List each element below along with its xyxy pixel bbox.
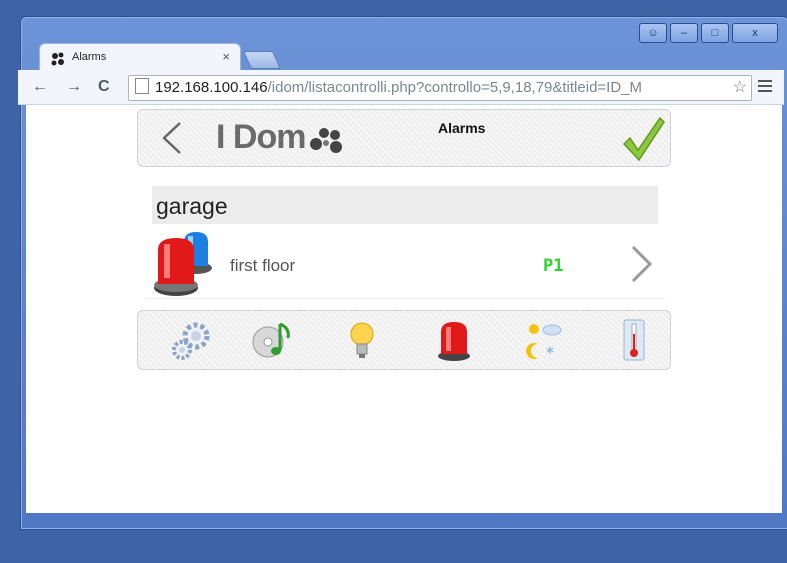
page-title: Alarms [438,120,486,136]
reload-button[interactable]: C [98,78,110,96]
fan-favicon-icon [51,52,64,66]
weather-icon[interactable]: * [522,318,566,362]
url-path: /idom/listacontrolli.php?controllo=5,9,1… [267,79,643,96]
fan-logo-icon [310,128,342,153]
new-tab-button[interactable] [242,51,282,69]
list-item[interactable]: first floor P1 [146,228,666,299]
page-icon [135,78,149,94]
row-label: first floor [230,256,296,275]
minimize-button[interactable]: – [670,23,698,43]
chrome-menu-icon[interactable] [758,77,772,95]
tab-title: Alarms [72,51,107,63]
back-button[interactable]: ← [32,78,48,96]
forward-button[interactable]: → [66,78,82,96]
group-header: garage [152,186,658,224]
tab-strip: Alarms × [35,41,635,72]
alarm-siren-icon[interactable] [432,318,476,362]
tab-close-icon[interactable]: × [222,49,230,64]
back-arrow-icon[interactable] [160,120,184,156]
lightbulb-icon[interactable] [340,318,384,362]
address-bar[interactable]: 192.168.100.146/idom/listacontrolli.php?… [128,75,752,101]
group-title: garage [156,193,228,219]
maximize-button[interactable]: □ [701,23,729,43]
confirm-check-icon[interactable] [620,114,666,162]
row-code: P1 [543,256,564,276]
window-controls: ☺ – □ x [639,23,778,43]
thermometer-icon[interactable] [612,318,656,362]
gears-icon[interactable] [168,318,212,362]
browser-toolbar: ← → C 192.168.100.146/idom/listacontroll… [18,70,784,105]
tab-alarms[interactable]: Alarms × [39,43,241,72]
bottom-icon-bar: * [137,310,671,370]
music-cd-icon[interactable] [250,318,294,362]
bookmark-star-icon[interactable]: ☆ [733,76,747,100]
close-window-button[interactable]: x [732,23,778,43]
svg-text:*: * [546,343,554,362]
idom-logo-text: I Dom [216,118,306,156]
app-header-bar: I Dom Alarms [137,109,671,167]
user-profile-button[interactable]: ☺ [639,23,667,43]
chevron-right-icon[interactable] [628,244,654,284]
alarm-siren-icon [154,232,212,296]
page-viewport: I Dom Alarms garage first floor P1 * [26,105,782,513]
url-host: 192.168.100.146 [155,79,268,96]
